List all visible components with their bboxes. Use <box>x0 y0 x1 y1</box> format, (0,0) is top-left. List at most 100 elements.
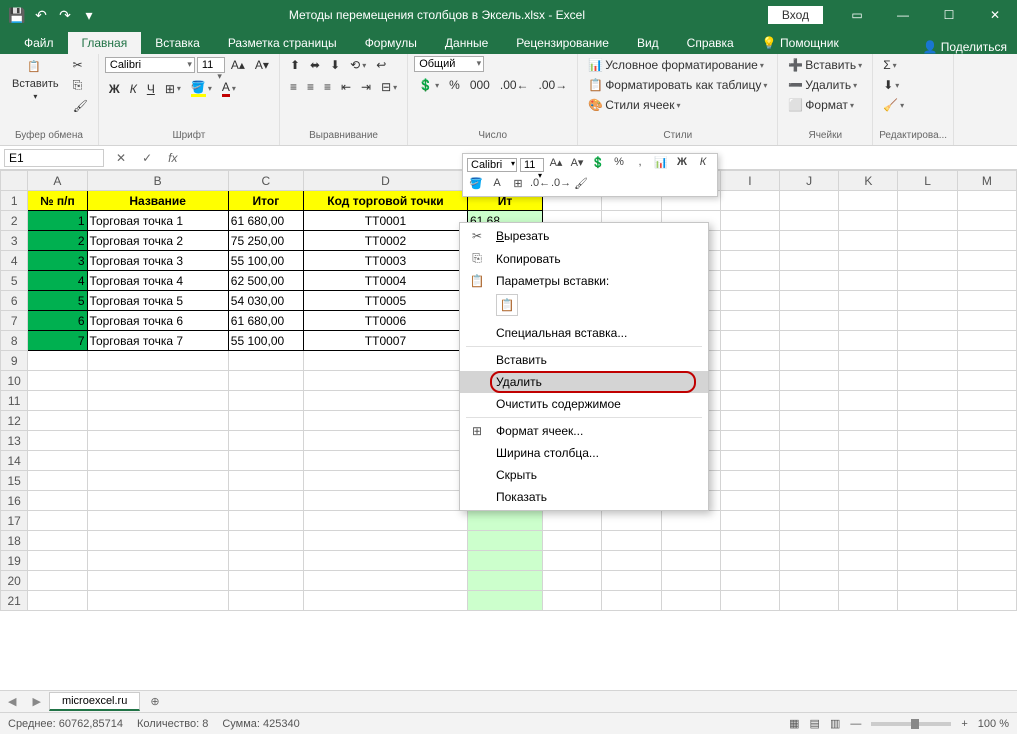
row-header-7[interactable]: 7 <box>1 311 28 331</box>
cm-insert[interactable]: Вставить <box>460 349 708 371</box>
decrease-decimal-icon[interactable]: .00→ <box>535 76 572 94</box>
cell-B14[interactable] <box>87 451 228 471</box>
cell-C8[interactable]: 55 100,00 <box>228 331 303 351</box>
number-format-select[interactable]: Общий <box>414 56 484 72</box>
bold-button[interactable]: Ж <box>105 80 124 98</box>
row-header-8[interactable]: 8 <box>1 331 28 351</box>
cell-L9[interactable] <box>898 351 957 371</box>
zoom-level[interactable]: 100 % <box>978 718 1009 730</box>
cell-K18[interactable] <box>839 531 898 551</box>
paste-button[interactable]: 📋Вставить▾ <box>6 56 65 105</box>
cell-I3[interactable] <box>720 231 779 251</box>
qat-dropdown-icon[interactable]: ▾ <box>80 7 98 24</box>
cell-K12[interactable] <box>839 411 898 431</box>
cell-F17[interactable] <box>543 511 602 531</box>
cell-L10[interactable] <box>898 371 957 391</box>
cell-D1[interactable]: Код торговой точки <box>303 191 467 211</box>
align-right-icon[interactable]: ≡ <box>320 78 335 96</box>
cell-D4[interactable]: ТТ0003 <box>303 251 467 271</box>
mini-inc-decimal-icon[interactable]: .0→ <box>551 177 569 195</box>
cell-L13[interactable] <box>898 431 957 451</box>
view-page-break-icon[interactable]: ▥ <box>830 717 840 730</box>
cell-B10[interactable] <box>87 371 228 391</box>
cell-I19[interactable] <box>720 551 779 571</box>
comma-icon[interactable]: 000 <box>466 76 494 94</box>
cell-K11[interactable] <box>839 391 898 411</box>
cell-B21[interactable] <box>87 591 228 611</box>
undo-icon[interactable]: ↶ <box>32 7 50 24</box>
row-header-5[interactable]: 5 <box>1 271 28 291</box>
decrease-font-icon[interactable]: A▾ <box>251 56 273 74</box>
cell-C2[interactable]: 61 680,00 <box>228 211 303 231</box>
cell-K4[interactable] <box>839 251 898 271</box>
zoom-in-icon[interactable]: + <box>961 718 967 730</box>
cell-H21[interactable] <box>661 591 720 611</box>
mini-decrease-font-icon[interactable]: A▾ <box>568 156 586 174</box>
cell-M20[interactable] <box>957 571 1016 591</box>
cell-I10[interactable] <box>720 371 779 391</box>
insert-cells-button[interactable]: ➕ Вставить <box>784 56 866 74</box>
merge-button[interactable]: ⊟ <box>377 78 401 96</box>
ribbon-display-icon[interactable]: ▭ <box>835 0 879 30</box>
autosum-icon[interactable]: Σ <box>879 56 900 74</box>
cell-A4[interactable]: 3 <box>28 251 87 271</box>
cm-copy[interactable]: ⎘Копировать <box>460 247 708 270</box>
cell-A7[interactable]: 6 <box>28 311 87 331</box>
cell-J10[interactable] <box>780 371 839 391</box>
cell-B15[interactable] <box>87 471 228 491</box>
cell-C15[interactable] <box>228 471 303 491</box>
col-header-C[interactable]: C <box>228 171 303 191</box>
cell-L20[interactable] <box>898 571 957 591</box>
cell-B5[interactable]: Торговая точка 4 <box>87 271 228 291</box>
cell-C4[interactable]: 55 100,00 <box>228 251 303 271</box>
cell-M9[interactable] <box>957 351 1016 371</box>
cell-M3[interactable] <box>957 231 1016 251</box>
cell-F20[interactable] <box>543 571 602 591</box>
cell-D7[interactable]: ТТ0006 <box>303 311 467 331</box>
cell-J20[interactable] <box>780 571 839 591</box>
row-header-11[interactable]: 11 <box>1 391 28 411</box>
cell-K9[interactable] <box>839 351 898 371</box>
row-header-3[interactable]: 3 <box>1 231 28 251</box>
cell-F18[interactable] <box>543 531 602 551</box>
cell-B20[interactable] <box>87 571 228 591</box>
tab-data[interactable]: Данные <box>431 32 502 54</box>
sheet-nav-prev-icon[interactable]: ◀ <box>0 695 24 708</box>
cell-L16[interactable] <box>898 491 957 511</box>
cell-I18[interactable] <box>720 531 779 551</box>
cell-D12[interactable] <box>303 411 467 431</box>
cell-M2[interactable] <box>957 211 1016 231</box>
cell-J8[interactable] <box>780 331 839 351</box>
cell-C19[interactable] <box>228 551 303 571</box>
cell-G17[interactable] <box>602 511 661 531</box>
cell-G21[interactable] <box>602 591 661 611</box>
cell-D8[interactable]: ТТ0007 <box>303 331 467 351</box>
mini-increase-font-icon[interactable]: A▴ <box>547 156 565 174</box>
zoom-out-icon[interactable]: — <box>850 718 861 730</box>
underline-button[interactable]: Ч <box>143 80 159 98</box>
cell-L8[interactable] <box>898 331 957 351</box>
cell-I16[interactable] <box>720 491 779 511</box>
format-as-table-button[interactable]: 📋 Форматировать как таблицу <box>584 76 771 94</box>
row-header-19[interactable]: 19 <box>1 551 28 571</box>
redo-icon[interactable]: ↷ <box>56 7 74 24</box>
cell-B17[interactable] <box>87 511 228 531</box>
tab-home[interactable]: Главная <box>68 32 142 54</box>
cell-M18[interactable] <box>957 531 1016 551</box>
cell-A21[interactable] <box>28 591 87 611</box>
cm-cut[interactable]: ✂ВВырезатьырезать <box>460 225 708 247</box>
cell-C17[interactable] <box>228 511 303 531</box>
cell-D13[interactable] <box>303 431 467 451</box>
cell-A5[interactable]: 4 <box>28 271 87 291</box>
sheet-nav-next-icon[interactable]: ▶ <box>24 695 48 708</box>
cell-A3[interactable]: 2 <box>28 231 87 251</box>
cell-D19[interactable] <box>303 551 467 571</box>
cm-delete[interactable]: Удалить <box>460 371 708 393</box>
tab-layout[interactable]: Разметка страницы <box>214 32 351 54</box>
cell-B8[interactable]: Торговая точка 7 <box>87 331 228 351</box>
mini-borders-icon[interactable]: ⊞ <box>509 177 527 195</box>
cell-L18[interactable] <box>898 531 957 551</box>
cell-J16[interactable] <box>780 491 839 511</box>
cell-D9[interactable] <box>303 351 467 371</box>
mini-format-painter-icon[interactable]: 🖌 <box>572 177 590 195</box>
